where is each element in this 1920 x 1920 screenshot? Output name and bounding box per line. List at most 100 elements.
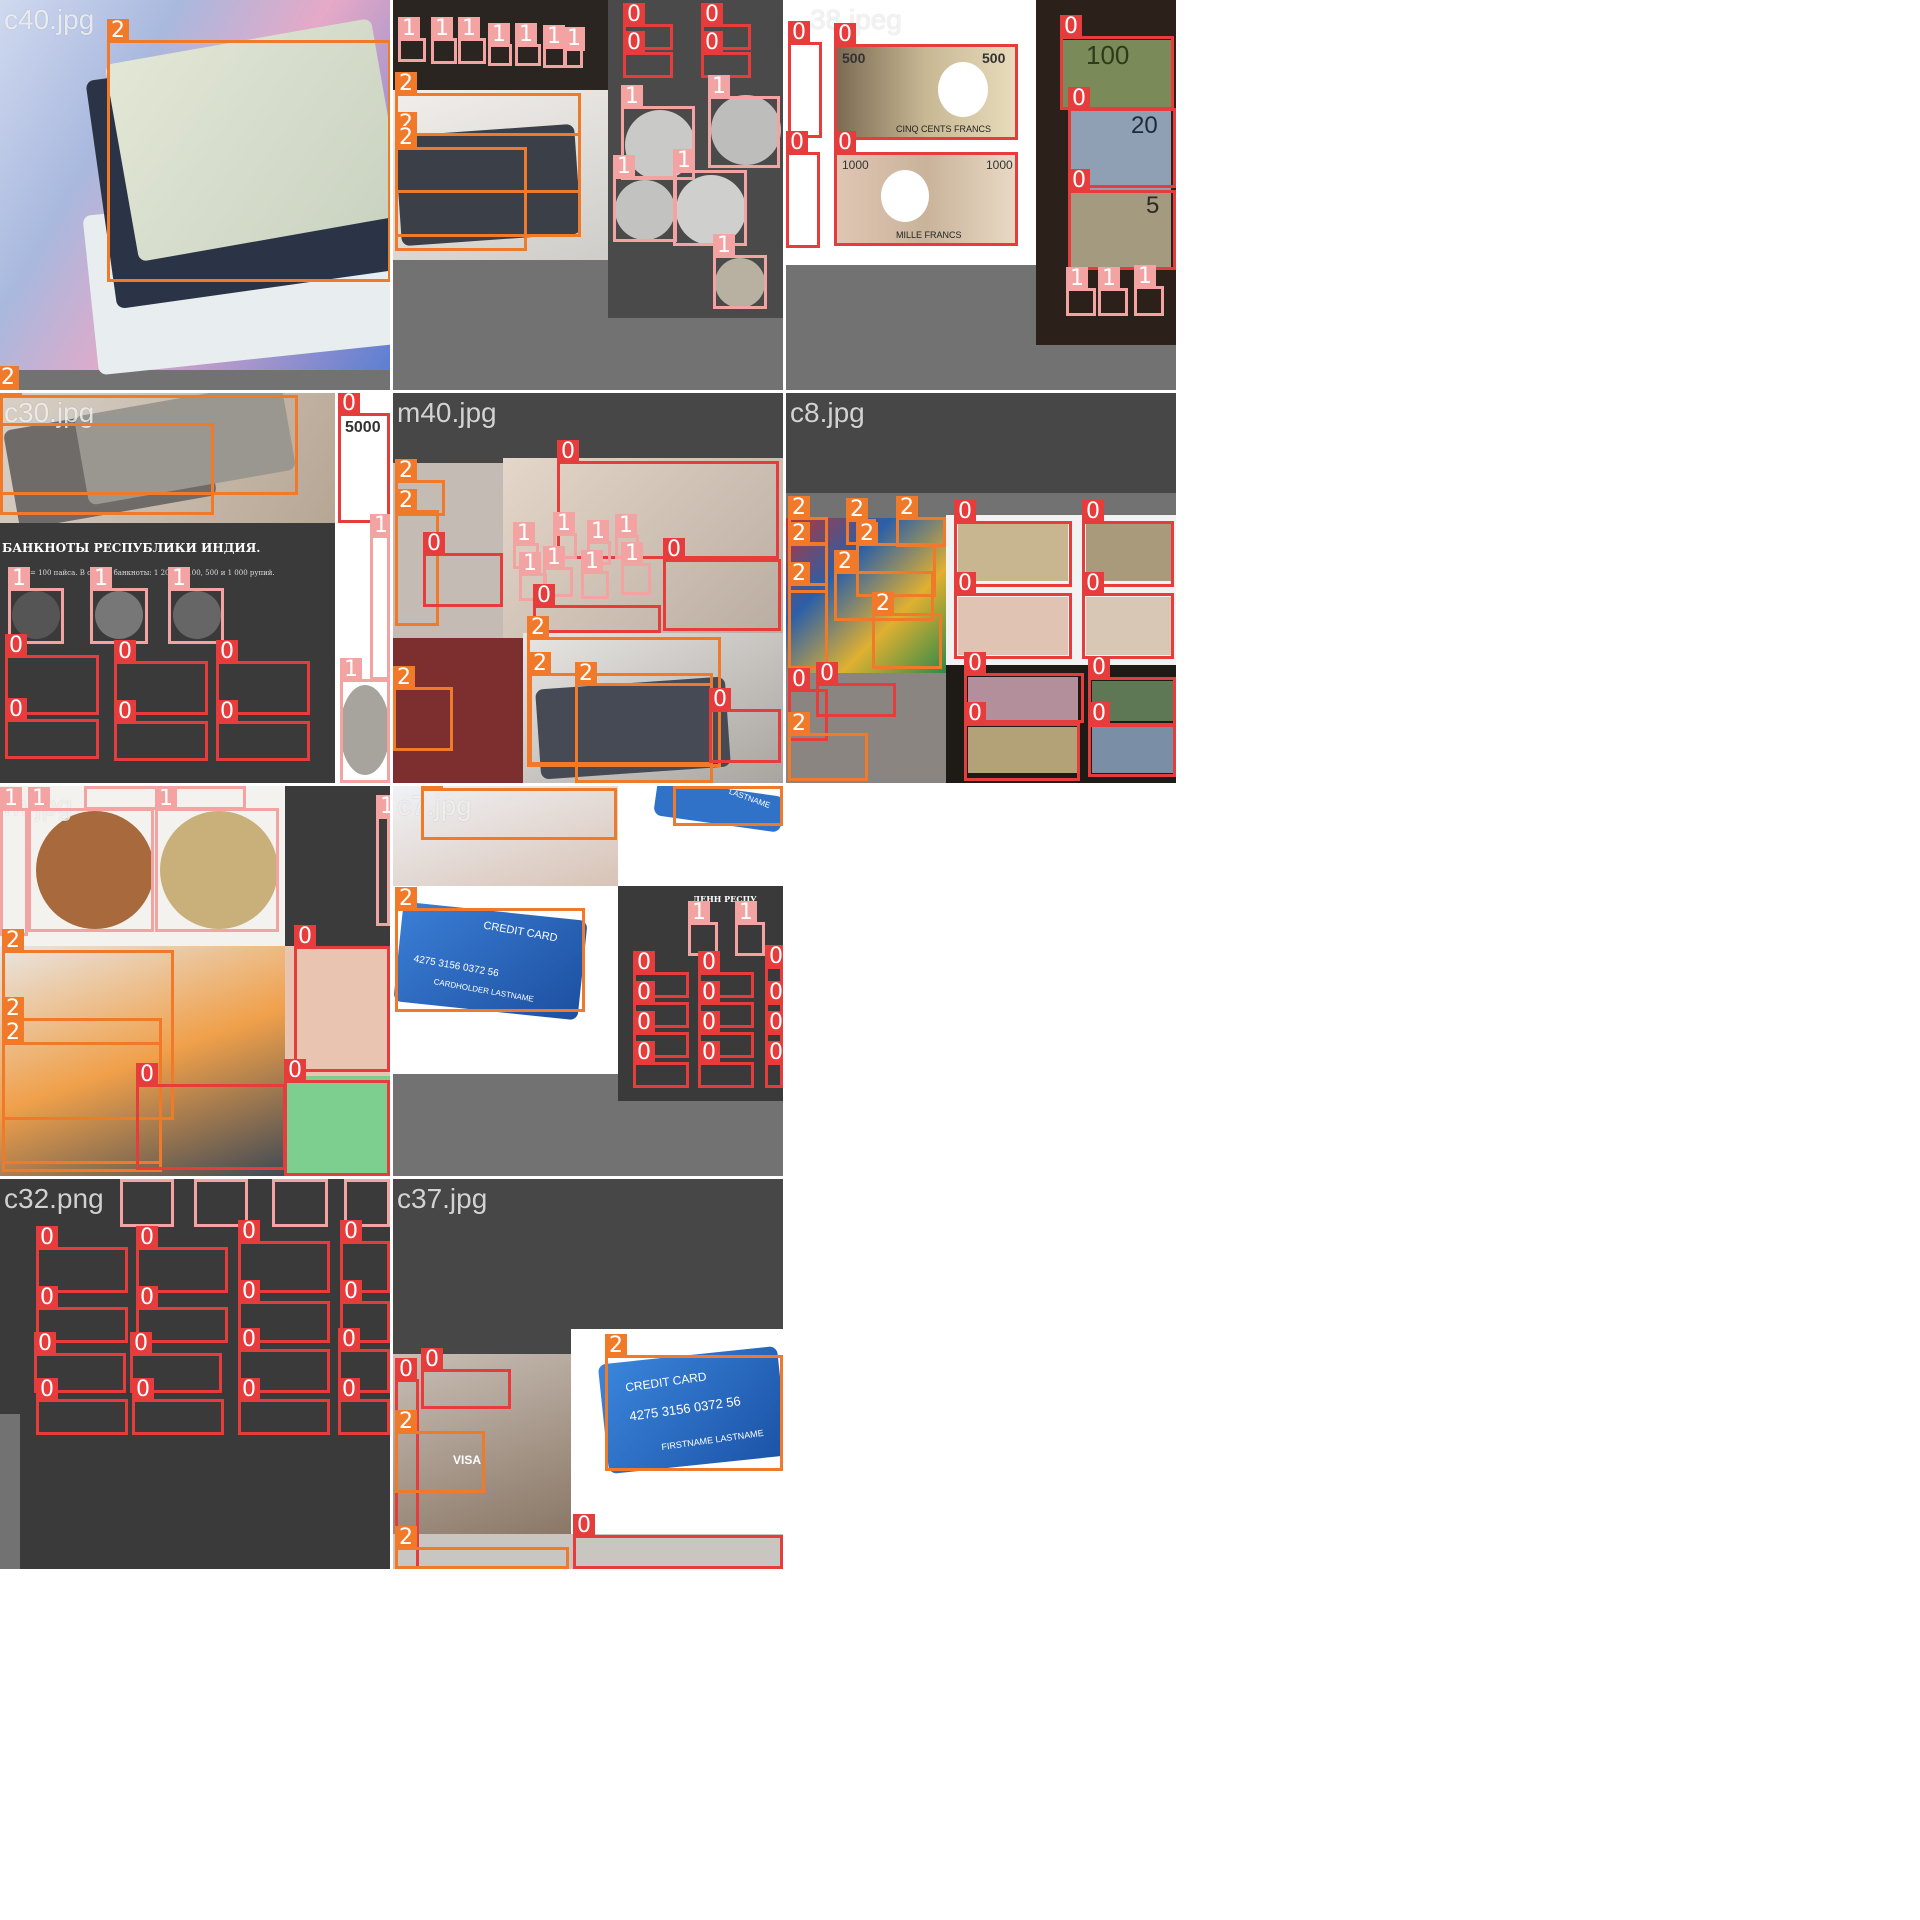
class-label: 2 xyxy=(395,126,417,150)
class-label: 0 xyxy=(284,1059,306,1083)
detection-box: 1 xyxy=(272,1179,328,1227)
class-label: 0 xyxy=(709,688,731,712)
class-label: 0 xyxy=(1088,702,1110,726)
class-label: 2 xyxy=(872,592,894,616)
detection-box: 2 xyxy=(393,666,453,751)
class-label: 1 xyxy=(621,85,643,109)
detection-box: 1 xyxy=(398,17,426,62)
class-label: 0 xyxy=(5,698,27,722)
detection-box: 0 xyxy=(1068,169,1176,270)
class-label: 0 xyxy=(395,1358,417,1382)
class-label: 1 xyxy=(90,567,112,591)
detection-box: 1 xyxy=(28,787,154,932)
class-label: 1 xyxy=(340,658,362,682)
class-label: 0 xyxy=(136,1286,158,1310)
class-label: 1 xyxy=(376,795,390,819)
class-label: 2 xyxy=(788,496,810,520)
detection-box: 0 xyxy=(816,662,896,717)
detection-box: 1 xyxy=(370,514,390,680)
class-label: 0 xyxy=(5,634,27,658)
detection-box: 0 xyxy=(216,700,310,761)
class-label: 0 xyxy=(114,700,136,724)
detection-box: 2 xyxy=(575,662,713,783)
class-label: 1 xyxy=(613,155,635,179)
detection-box: 0 xyxy=(573,1514,783,1569)
class-label: 1 xyxy=(370,514,390,538)
detection-box: 2 xyxy=(673,786,783,826)
class-label: 1 xyxy=(543,546,565,570)
class-label: 0 xyxy=(238,1280,260,1304)
class-label: 0 xyxy=(788,668,810,692)
class-label: 1 xyxy=(1098,267,1120,291)
tile-photo xyxy=(285,786,390,946)
class-label: 1 xyxy=(120,1179,142,1182)
class-label: 1 xyxy=(708,75,730,99)
detection-box: 1 xyxy=(1098,267,1128,316)
class-label: 1 xyxy=(431,17,453,41)
detection-box: 0 xyxy=(623,31,673,78)
mosaic-tile-m40: m40.jpg 0 0 2 2 0 1 1 1 1 1 1 1 1 0 2 2 … xyxy=(393,393,783,783)
class-label: 2 xyxy=(834,550,856,574)
class-label: 2 xyxy=(575,662,597,686)
class-label: 2 xyxy=(846,498,868,522)
class-label: 1 xyxy=(458,17,480,41)
class-label: 0 xyxy=(954,500,976,524)
class-label: 1 xyxy=(168,567,190,591)
class-label: 0 xyxy=(964,702,986,726)
detection-box xyxy=(0,423,214,515)
class-label: 0 xyxy=(663,538,685,562)
class-label: 0 xyxy=(954,572,976,596)
detection-box: 1 xyxy=(84,786,246,810)
class-label: 0 xyxy=(338,1328,360,1352)
class-label: 0 xyxy=(34,1332,56,1356)
class-label: 1 xyxy=(398,17,420,41)
class-label: 0 xyxy=(698,981,720,1005)
section-heading: БАНКНОТЫ РЕСПУБЛИКИ ИНДИЯ. xyxy=(2,541,261,555)
mosaic-tile-c8: c8.jpg 2 2 2 2 2 2 2 2 0 0 0 0 0 0 0 0 0… xyxy=(786,393,1176,783)
class-label: 1 xyxy=(673,149,695,173)
detection-box: 1 xyxy=(155,787,279,932)
class-label: 0 xyxy=(633,1041,655,1065)
class-label: 0 xyxy=(834,23,856,47)
detection-box: 2 xyxy=(107,19,390,282)
class-label: 2 xyxy=(896,496,918,520)
class-label: 2 xyxy=(2,1021,24,1045)
class-label: 0 xyxy=(816,662,838,686)
detection-box: 0 xyxy=(284,1059,390,1176)
detection-box: 1 xyxy=(713,234,767,309)
mosaic-tile-c40: c40.jpg 2 2 xyxy=(0,0,390,390)
detection-box: 1 xyxy=(708,75,780,168)
class-label: 2 xyxy=(856,522,878,546)
class-label: 0 xyxy=(834,131,856,155)
detection-box: 1 xyxy=(0,787,28,936)
class-label: 1 xyxy=(688,901,710,925)
class-label: 0 xyxy=(1082,500,1104,524)
class-label: 1 xyxy=(28,787,50,811)
detection-box: 0 xyxy=(294,925,390,1072)
tile-filename: m40.jpg xyxy=(397,397,497,428)
detection-box: 1 xyxy=(613,155,677,242)
class-label: 1 xyxy=(344,1179,366,1182)
detection-box: 1 xyxy=(120,1179,174,1227)
detection-box: 1 xyxy=(581,550,609,599)
detection-box: 0 xyxy=(633,1041,689,1088)
class-label: 0 xyxy=(698,951,720,975)
mosaic-tile-c32: c32.png 1 1 1 1 0 0 0 0 0 0 0 0 0 0 0 0 … xyxy=(0,1179,390,1569)
class-label: 2 xyxy=(107,19,129,43)
detection-box: 0 xyxy=(765,1041,783,1088)
class-label: 0 xyxy=(423,532,445,556)
class-label: 2 xyxy=(788,522,810,546)
class-label: 0 xyxy=(698,1011,720,1035)
class-label: 2 xyxy=(2,997,24,1021)
class-label: 1 xyxy=(0,787,22,811)
mosaic-tile-c7: LASTNAME CREDIT CARD 4275 3156 0372 56 C… xyxy=(393,786,783,1176)
class-label: 0 xyxy=(786,131,808,155)
detection-box: 0 xyxy=(709,688,781,763)
tile-filename: c37.jpg xyxy=(397,1183,488,1214)
detection-box: 1 xyxy=(431,17,457,64)
class-label: 0 xyxy=(294,925,316,949)
detection-box: 2 xyxy=(395,887,585,1012)
tile-filename: c8.jpg xyxy=(790,397,865,428)
detection-box: 0 xyxy=(1082,572,1174,659)
class-label: 0 xyxy=(623,31,645,55)
